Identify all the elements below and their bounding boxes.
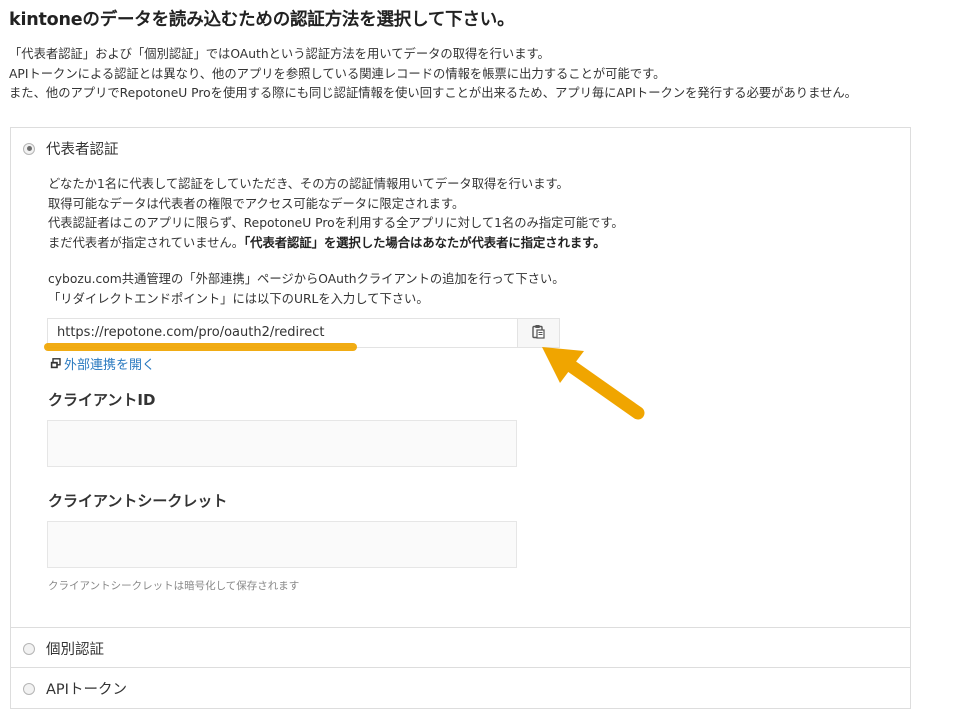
open-external-link[interactable]: 外部連携を開く [50,354,155,373]
client-secret-label: クライアントシークレット [48,492,228,510]
radio-label-representative: 代表者認証 [46,142,119,158]
radio-label-individual: 個別認証 [46,642,104,658]
instruction-line: 「リダイレクトエンドポイント」には以下のURLを入力して下さい。 [48,291,429,306]
client-secret-input[interactable] [47,521,517,568]
radio-label-api-token: APIトークン [46,682,127,698]
intro-line: また、他のアプリでRepotoneU Proを使用する際にも同じ認証情報を使い回… [9,86,857,100]
radio-option-representative[interactable]: 代表者認証 [23,138,119,159]
highlight-underline [44,343,357,351]
clipboard-icon [532,324,545,343]
radio-option-individual[interactable]: 個別認証 [23,638,104,659]
oauth-instructions: cybozu.com共通管理の「外部連携」ページからOAuthクライアントの追加… [48,270,565,309]
divider [11,667,910,668]
page-title: kintoneのデータを読み込むための認証方法を選択して下さい。 [9,10,515,30]
radio-option-api-token[interactable]: APIトークン [23,678,127,699]
client-secret-note: クライアントシークレットは暗号化して保存されます [48,580,300,592]
description-line: まだ代表者が指定されていません。「代表者認証」を選択した場合はあなたが代表者に指… [48,234,624,254]
description-line: どなたか1名に代表して認証をしていただき、その方の認証情報用いてデータ取得を行い… [48,177,569,191]
description-bold: 「代表者認証」を選択した場合はあなたが代表者に指定されます。 [244,235,606,250]
description-line: 取得可能なデータは代表者の権限でアクセス可能なデータに限定されます。 [48,196,465,211]
intro-line: APIトークンによる認証とは異なり、他のアプリを参照している関連レコードの情報を… [9,66,666,81]
description-line: 代表認証者はこのアプリに限らず、RepotoneU Proを利用する全アプリに対… [48,216,624,230]
copy-button[interactable] [517,319,559,347]
external-window-icon [50,354,61,373]
client-id-label: クライアントID [48,391,156,409]
auth-method-panel: 代表者認証 どなたか1名に代表して認証をしていただき、その方の認証情報用いてデー… [10,127,911,709]
arrow-icon [538,345,648,429]
description-plain: まだ代表者が指定されていません。 [48,235,245,250]
radio-button-individual[interactable] [23,642,35,655]
instruction-line: cybozu.com共通管理の「外部連携」ページからOAuthクライアントの追加… [48,272,565,286]
divider [11,627,910,628]
open-external-link-label[interactable]: 外部連携を開く [64,354,155,373]
representative-description: どなたか1名に代表して認証をしていただき、その方の認証情報用いてデータ取得を行い… [48,175,624,253]
intro-text: 「代表者認証」および「個別認証」ではOAuthという認証方法を用いてデータの取得… [9,45,857,104]
intro-line: 「代表者認証」および「個別認証」ではOAuthという認証方法を用いてデータの取得… [9,47,550,61]
radio-button-api-token[interactable] [23,682,35,695]
radio-button-representative[interactable] [23,142,35,155]
client-id-input[interactable] [47,420,517,467]
